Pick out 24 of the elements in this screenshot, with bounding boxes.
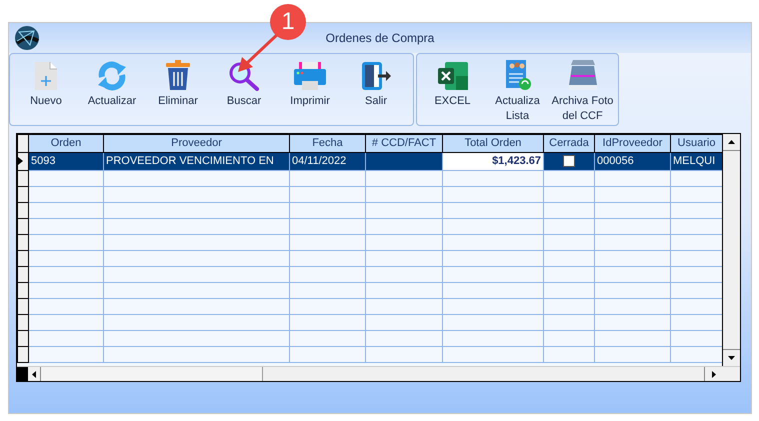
column-header[interactable]: IdProveedor: [594, 134, 670, 152]
column-header[interactable]: Orden: [28, 134, 104, 152]
table-row[interactable]: 5093 PROVEEDOR VENCIMIENTO EN 04/11/2022 $1,423.67 000056 MELQUI: [18, 152, 722, 170]
toolbar-button[interactable]: Nuevo: [13, 59, 79, 109]
column-header[interactable]: Fecha: [290, 134, 366, 152]
column-header[interactable]: Usuario: [670, 134, 722, 152]
table-cell: 04/11/2022: [290, 152, 366, 170]
table-cell: PROVEEDOR VENCIMIENTO EN: [104, 152, 290, 170]
column-header[interactable]: Total Orden: [442, 134, 544, 152]
column-header[interactable]: Cerrada: [544, 134, 594, 152]
toolbar-button[interactable]: Imprimir: [277, 59, 343, 109]
toolbar-button[interactable]: Eliminar: [145, 59, 211, 109]
toolbar-button[interactable]: Actualizar: [79, 59, 145, 109]
window-title: Ordenes de Compra: [326, 30, 434, 47]
step-badge: 1: [270, 4, 306, 40]
column-header[interactable]: Proveedor: [104, 134, 290, 152]
table-cell: 000056: [594, 152, 670, 170]
table-cell: 5093: [28, 152, 104, 170]
toolbar-button[interactable]: Actualiza Lista: [485, 59, 550, 124]
column-header[interactable]: # CCD/FACT: [366, 134, 442, 152]
toolbar-button[interactable]: EXCEL: [420, 59, 485, 109]
toolbar-button[interactable]: Salir: [343, 59, 409, 109]
table-cell: $1,423.67: [442, 152, 544, 170]
toolbar-button[interactable]: Archiva Foto del CCF: [550, 59, 615, 124]
